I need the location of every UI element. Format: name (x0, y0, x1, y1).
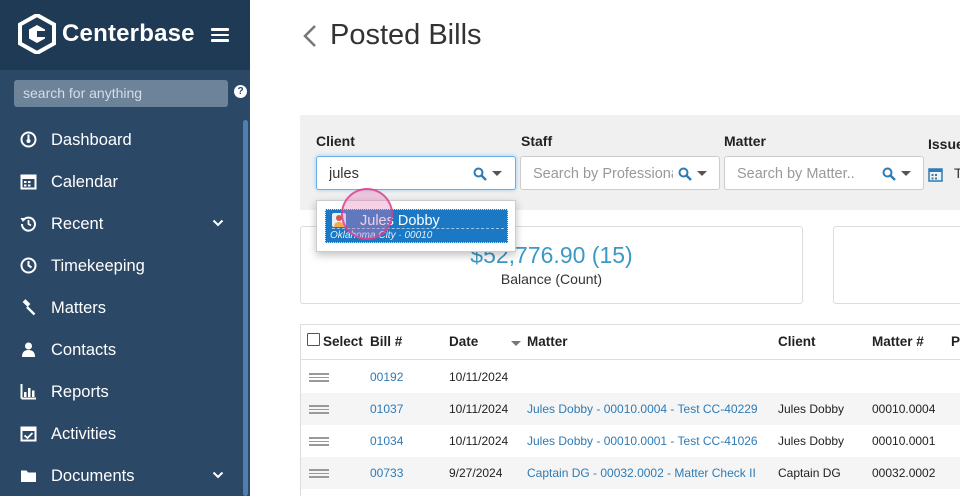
bill-date: 9/27/2024 (449, 466, 503, 480)
sidebar-item-documents[interactable]: Documents (0, 455, 243, 496)
column-header-matter[interactable]: Matter (527, 334, 568, 349)
matter-number: 00010.0001 (872, 434, 936, 448)
sidebar-item-calendar[interactable]: Calendar (0, 161, 243, 203)
sidebar-header: Centerbase (0, 0, 250, 70)
bill-date: 10/11/2024 (449, 370, 509, 384)
drag-handle-icon[interactable] (309, 373, 329, 382)
bill-date: 10/11/2024 (449, 434, 509, 448)
dashboard-icon (20, 131, 37, 148)
sidebar-item-label: Activities (51, 425, 117, 443)
drag-handle-icon[interactable] (309, 469, 329, 478)
table-row[interactable]: 00733 9/27/2024 Captain DG - 00032.0002 … (301, 457, 960, 489)
table-row[interactable]: 00192 10/11/2024 (301, 361, 960, 393)
sidebar-item-label: Matters (51, 299, 107, 317)
select-all-checkbox[interactable] (307, 333, 320, 346)
activities-icon (20, 426, 37, 442)
bill-date: 10/11/2024 (449, 402, 509, 416)
menu-toggle-icon[interactable] (211, 28, 229, 42)
history-icon (20, 216, 36, 232)
table-row[interactable]: 01037 10/11/2024 Jules Dobby - 00010.000… (301, 393, 960, 425)
staff-filter-label: Staff (521, 133, 553, 149)
sidebar-item-activities[interactable]: Activities (0, 413, 243, 455)
sidebar-item-dashboard[interactable]: Dashboard (0, 119, 243, 161)
help-icon[interactable]: ? (234, 85, 247, 98)
client-filter-value: jules (329, 166, 359, 182)
sidebar-item-label: Reports (51, 383, 109, 401)
column-header-select: Select (323, 334, 363, 349)
search-icon[interactable] (473, 167, 487, 181)
chevron-down-icon[interactable] (492, 171, 502, 176)
issued-filter-value[interactable]: T (954, 165, 960, 181)
matter-number: 00010.0004 (872, 402, 936, 416)
calendar-icon (20, 174, 37, 190)
drag-handle-icon[interactable] (309, 405, 329, 414)
chevron-down-icon[interactable] (212, 217, 224, 229)
bill-number-link[interactable]: 00192 (370, 370, 403, 384)
matter-filter-placeholder: Search by Matter.. (737, 166, 855, 182)
matter-filter-input[interactable]: Search by Matter.. (724, 156, 924, 190)
sidebar-item-label: Documents (51, 467, 135, 485)
folder-icon (21, 470, 36, 482)
global-search-input[interactable]: search for anything (14, 80, 228, 107)
gavel-icon (22, 299, 36, 316)
client-filter-input[interactable]: jules (316, 156, 516, 190)
matter-link[interactable]: Captain DG - 00032.0002 - Matter Check I… (527, 466, 756, 480)
drag-handle-icon[interactable] (309, 437, 329, 446)
bar-chart-icon (20, 384, 36, 400)
matter-link[interactable]: Jules Dobby - 00010.0001 - Test CC-41026 (527, 434, 758, 448)
search-icon[interactable] (882, 167, 896, 181)
matter-number: 00032.0002 (872, 466, 936, 480)
chevron-down-icon[interactable] (212, 469, 224, 481)
sidebar-item-label: Calendar (51, 173, 118, 191)
issued-filter-label: Issue (928, 136, 960, 152)
page-title: Posted Bills (330, 19, 482, 51)
column-header-bill[interactable]: Bill # (370, 334, 402, 349)
client-name: Jules Dobby (778, 434, 845, 448)
centerbase-logo-icon[interactable] (18, 14, 56, 54)
staff-filter-placeholder: Search by Professiona (533, 166, 673, 182)
column-header-client[interactable]: Client (778, 334, 816, 349)
sidebar-item-contacts[interactable]: Contacts (0, 329, 243, 371)
sidebar-item-label: Contacts (51, 341, 117, 359)
table-row[interactable]: 01034 10/11/2024 Jules Dobby - 00010.000… (301, 425, 960, 457)
matter-link[interactable]: Jules Dobby - 00010.0004 - Test CC-40229 (527, 402, 758, 416)
column-header-matter-number[interactable]: Matter # (872, 334, 924, 349)
sidebar-item-recent[interactable]: Recent (0, 203, 243, 245)
table-header: Select Bill # Date Matter Client Matter … (301, 325, 960, 360)
sidebar: Centerbase search for anything ? Dashboa… (0, 0, 250, 496)
bill-number-link[interactable]: 01037 (370, 402, 403, 416)
app-root: Centerbase search for anything ? Dashboa… (0, 0, 960, 496)
bills-table: Select Bill # Date Matter Client Matter … (300, 324, 960, 496)
sidebar-nav: Dashboard Calendar Recent Timekeeping Ma… (0, 119, 243, 496)
sort-desc-icon[interactable] (511, 341, 521, 346)
app-name: Centerbase (62, 20, 195, 47)
click-indicator (341, 188, 393, 240)
secondary-summary-card (833, 226, 960, 304)
chevron-down-icon[interactable] (901, 171, 911, 176)
filter-panel: Client jules Staff Search by Professiona… (300, 115, 960, 210)
sidebar-scrollbar[interactable] (243, 120, 248, 496)
back-chevron-icon[interactable] (302, 24, 318, 48)
matter-filter-label: Matter (724, 133, 767, 149)
sidebar-item-label: Dashboard (51, 131, 132, 149)
bill-number-link[interactable]: 01034 (370, 434, 403, 448)
bill-number-link[interactable]: 00733 (370, 466, 403, 480)
client-name: Captain DG (778, 466, 841, 480)
calendar-icon[interactable] (928, 167, 943, 182)
sidebar-item-reports[interactable]: Reports (0, 371, 243, 413)
column-header-extra[interactable]: P (951, 334, 960, 349)
search-icon[interactable] (678, 167, 692, 181)
column-header-date[interactable]: Date (449, 334, 478, 349)
sidebar-item-timekeeping[interactable]: Timekeeping (0, 245, 243, 287)
sidebar-item-matters[interactable]: Matters (0, 287, 243, 329)
sidebar-item-label: Recent (51, 215, 104, 233)
client-name: Jules Dobby (778, 402, 845, 416)
client-filter-label: Client (316, 133, 355, 149)
clock-icon (20, 257, 37, 274)
balance-label: Balance (Count) (500, 271, 603, 287)
contacts-icon (22, 342, 35, 357)
sidebar-item-label: Timekeeping (51, 257, 145, 275)
chevron-down-icon[interactable] (697, 171, 707, 176)
staff-filter-input[interactable]: Search by Professiona (520, 156, 720, 190)
